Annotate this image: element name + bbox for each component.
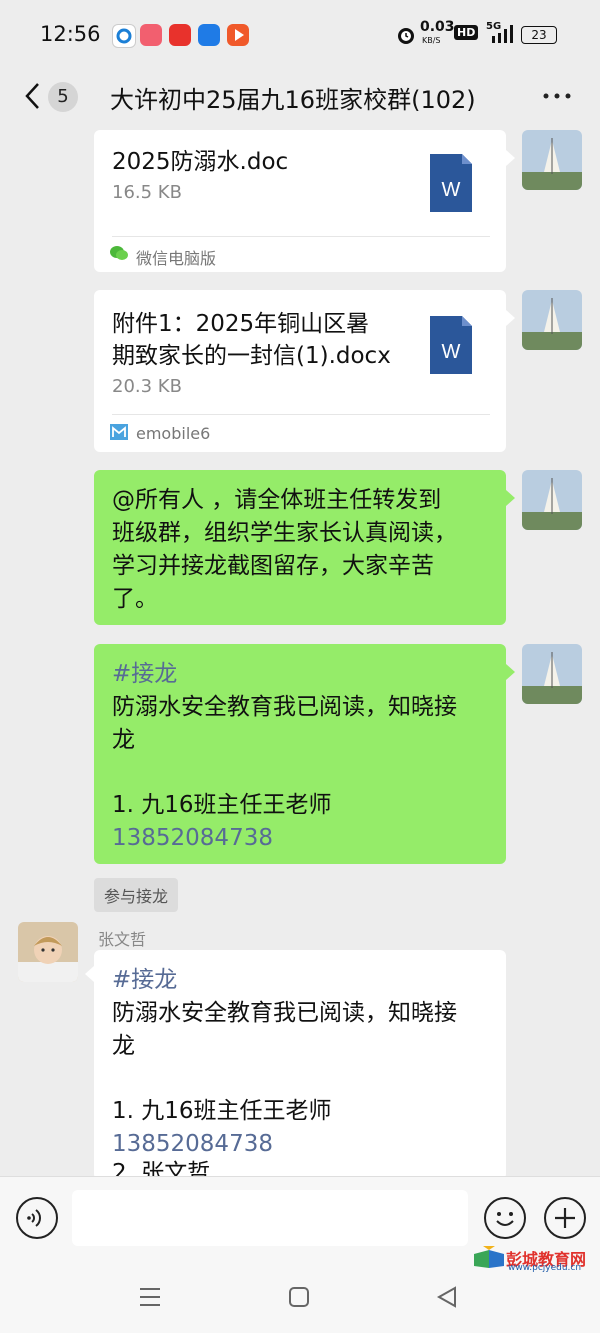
join-jielong-button[interactable]: 参与接龙 xyxy=(94,878,179,912)
bubble-tail xyxy=(506,664,515,680)
text-message-bubble[interactable]: @所有人 ，请全体班主任转发到 班级群，组织学生家长认真阅读， 学习并接龙截图留… xyxy=(94,470,506,625)
bubble-tail xyxy=(506,490,515,506)
wechat-icon xyxy=(110,245,128,265)
sender-name: 张文哲 xyxy=(98,930,147,949)
net-speed: 0.03 xyxy=(420,19,455,35)
chat-title[interactable]: 大许初中25届九16班家校群(102) xyxy=(110,80,476,115)
unread-count-badge[interactable]: 5 xyxy=(48,82,78,112)
divider xyxy=(112,236,490,237)
sender-avatar[interactable] xyxy=(522,130,582,190)
file-size: 20.3 KB xyxy=(112,376,182,397)
app-notification-icon xyxy=(112,24,136,48)
back-arrow-icon[interactable] xyxy=(22,78,44,121)
message-line: 龙 xyxy=(112,1033,135,1059)
jielong-tag[interactable]: #接龙 xyxy=(112,964,177,997)
jielong-entry: 1. 九16班主任王老师 xyxy=(112,792,332,818)
app-notification-icon xyxy=(140,24,162,46)
app-notification-icon xyxy=(169,24,191,46)
word-icon-letter: W xyxy=(442,179,461,201)
voice-input-icon[interactable] xyxy=(16,1197,58,1239)
sender-avatar[interactable] xyxy=(522,470,582,530)
file-message-card[interactable]: 附件1：2025年铜山区暑 期致家长的一封信(1).docx 20.3 KB W… xyxy=(94,290,506,452)
battery-icon: 23 xyxy=(521,26,557,44)
divider xyxy=(112,414,490,415)
file-name-line-2: 期致家长的一封信(1).docx xyxy=(112,343,391,369)
message-input[interactable] xyxy=(72,1190,468,1246)
app-notification-icon xyxy=(198,24,220,46)
net-speed-unit: KB/S xyxy=(422,36,441,45)
bubble-tail xyxy=(506,150,515,166)
message-line: 班级群，组织学生家长认真阅读， xyxy=(112,520,457,546)
message-line: 防溺水安全教育我已阅读，知晓接 xyxy=(112,694,457,720)
signal-icon xyxy=(488,24,514,48)
jielong-message-bubble[interactable]: #接龙 防溺水安全教育我已阅读，知晓接 龙 1. 九16班主任王老师 13852… xyxy=(94,644,506,864)
jielong-tag[interactable]: #接龙 xyxy=(112,658,177,691)
add-more-icon[interactable] xyxy=(544,1197,586,1239)
bubble-tail xyxy=(506,310,515,326)
phone-number-link[interactable]: 13852084738 xyxy=(112,822,273,855)
watermark-url: www.pcjyedu.cn xyxy=(508,1263,582,1273)
word-icon-letter: W xyxy=(442,341,461,363)
file-name-line-1: 附件1：2025年铜山区暑 xyxy=(112,311,370,337)
file-source: 微信电脑版 xyxy=(136,249,217,268)
jielong-message-bubble[interactable]: #接龙 防溺水安全教育我已阅读，知晓接 龙 1. 九16班主任王老师 13852… xyxy=(94,950,506,1180)
sender-avatar[interactable] xyxy=(18,922,78,982)
word-document-icon: W xyxy=(430,316,472,374)
more-options-icon[interactable] xyxy=(542,78,572,122)
watermark-logo-icon xyxy=(474,1246,504,1272)
emobile-icon xyxy=(110,424,128,444)
emoji-icon[interactable] xyxy=(484,1197,526,1239)
file-source: emobile6 xyxy=(136,424,211,443)
clock: 12:56 xyxy=(40,22,101,46)
hd-badge: HD xyxy=(454,25,479,40)
home-nav-icon[interactable] xyxy=(288,1286,310,1312)
sender-avatar[interactable] xyxy=(522,644,582,704)
message-line: 龙 xyxy=(112,727,135,753)
file-message-card[interactable]: 2025防溺水.doc 16.5 KB W 微信电脑版 xyxy=(94,130,506,272)
message-line: @所有人 ，请全体班主任转发到 xyxy=(112,487,442,513)
menu-nav-icon[interactable] xyxy=(138,1286,162,1312)
alarm-icon xyxy=(396,24,416,50)
status-bar: 12:56 0.03 KB/S HD 5G 23 xyxy=(0,0,600,70)
jielong-entry: 1. 九16班主任王老师 xyxy=(112,1098,332,1124)
back-nav-icon[interactable] xyxy=(436,1285,458,1313)
message-line: 防溺水安全教育我已阅读，知晓接 xyxy=(112,1000,457,1026)
file-name: 2025防溺水.doc xyxy=(112,149,289,175)
message-line: 了。 xyxy=(112,586,158,612)
file-size: 16.5 KB xyxy=(112,182,182,203)
bubble-tail xyxy=(85,966,94,982)
message-line: 学习并接龙截图留存，大家辛苦 xyxy=(112,553,434,579)
video-app-icon xyxy=(227,24,249,46)
word-document-icon: W xyxy=(430,154,472,212)
sender-avatar[interactable] xyxy=(522,290,582,350)
